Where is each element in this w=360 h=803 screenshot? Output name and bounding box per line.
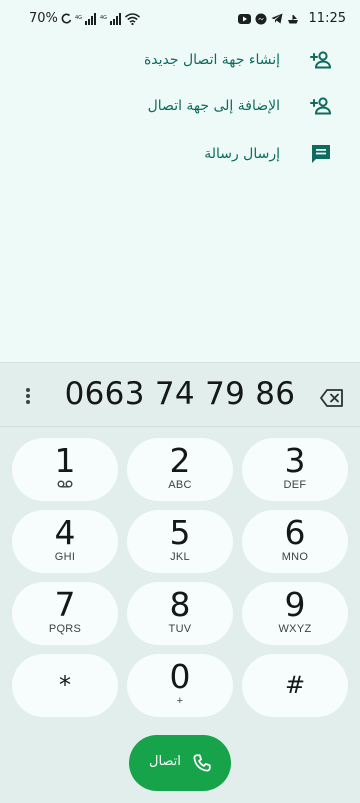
add-person-icon bbox=[309, 48, 333, 72]
key-letters: TUV bbox=[168, 623, 192, 635]
key-digit: 6 bbox=[284, 513, 306, 552]
add-to-contact-label: الإضافة إلى جهة اتصال bbox=[147, 98, 280, 114]
key-3[interactable]: 3 DEF bbox=[242, 438, 348, 501]
create-new-contact-action[interactable]: إنشاء جهة اتصال جديدة bbox=[0, 40, 360, 80]
key-0[interactable]: 0 + bbox=[127, 654, 233, 717]
key-letters: + bbox=[176, 695, 184, 707]
key-digit: # bbox=[284, 671, 306, 699]
key-5[interactable]: 5 JKL bbox=[127, 510, 233, 573]
signal-sim1-icon: 4G bbox=[75, 12, 96, 25]
svg-text:4G: 4G bbox=[75, 15, 82, 21]
boat-icon bbox=[287, 14, 298, 23]
status-left: 70% 4G 4G bbox=[29, 11, 140, 26]
signal-sim2-icon: 4G bbox=[100, 12, 121, 25]
add-to-contact-action[interactable]: الإضافة إلى جهة اتصال bbox=[0, 86, 360, 126]
key-digit: * bbox=[59, 671, 71, 699]
key-1[interactable]: 1 bbox=[12, 438, 118, 501]
key-6[interactable]: 6 MNO bbox=[242, 510, 348, 573]
backspace-icon[interactable] bbox=[320, 388, 344, 408]
key-digit: 9 bbox=[284, 585, 306, 624]
clock: 11:25 bbox=[308, 11, 346, 26]
key-letters: GHI bbox=[54, 551, 76, 563]
key-letters: PQRS bbox=[48, 623, 82, 635]
key-letters: ABC bbox=[168, 479, 192, 491]
key-letters: WXYZ bbox=[278, 623, 312, 635]
key-digit: 0 bbox=[169, 657, 191, 696]
send-message-action[interactable]: إرسال رسالة bbox=[0, 134, 360, 174]
key-digit: 5 bbox=[169, 513, 191, 552]
key-letters: DEF bbox=[283, 479, 307, 491]
dial-pad: 0663 74 79 86 1 2 ABC 3 DEF 4 GHI 5 JKL … bbox=[0, 362, 360, 803]
key-digit: 1 bbox=[54, 441, 76, 480]
voicemail-icon bbox=[57, 480, 73, 488]
battery-percent: 70% bbox=[29, 11, 58, 26]
key-letters: JKL bbox=[170, 551, 190, 563]
key-hash[interactable]: # bbox=[242, 654, 348, 717]
send-message-label: إرسال رسالة bbox=[204, 146, 280, 162]
wifi-icon bbox=[124, 12, 140, 25]
key-digit: 3 bbox=[284, 441, 306, 480]
key-digit: 8 bbox=[169, 585, 191, 624]
call-button[interactable]: اتصال bbox=[129, 735, 231, 791]
key-8[interactable]: 8 TUV bbox=[127, 582, 233, 645]
message-icon bbox=[309, 142, 333, 166]
key-digit: 4 bbox=[54, 513, 76, 552]
svg-text:4G: 4G bbox=[100, 15, 107, 21]
number-display-row: 0663 74 79 86 bbox=[0, 362, 360, 427]
dialed-number[interactable]: 0663 74 79 86 bbox=[0, 376, 360, 412]
phone-icon bbox=[193, 754, 211, 772]
battery-saver-icon bbox=[61, 13, 72, 23]
key-7[interactable]: 7 PQRS bbox=[12, 582, 118, 645]
status-bar: 70% 4G 4G 11:25 bbox=[0, 0, 360, 38]
youtube-icon bbox=[237, 13, 251, 24]
add-person-icon bbox=[309, 94, 333, 118]
key-letters: MNO bbox=[281, 551, 309, 563]
key-9[interactable]: 9 WXYZ bbox=[242, 582, 348, 645]
key-4[interactable]: 4 GHI bbox=[12, 510, 118, 573]
messenger-icon bbox=[255, 13, 267, 24]
create-new-contact-label: إنشاء جهة اتصال جديدة bbox=[143, 52, 280, 68]
call-button-label: اتصال bbox=[149, 754, 181, 769]
key-digit: 2 bbox=[169, 441, 191, 480]
key-star[interactable]: * bbox=[12, 654, 118, 717]
key-digit: 7 bbox=[54, 585, 76, 624]
key-2[interactable]: 2 ABC bbox=[127, 438, 233, 501]
status-right: 11:25 bbox=[237, 11, 346, 26]
telegram-icon bbox=[271, 13, 283, 24]
